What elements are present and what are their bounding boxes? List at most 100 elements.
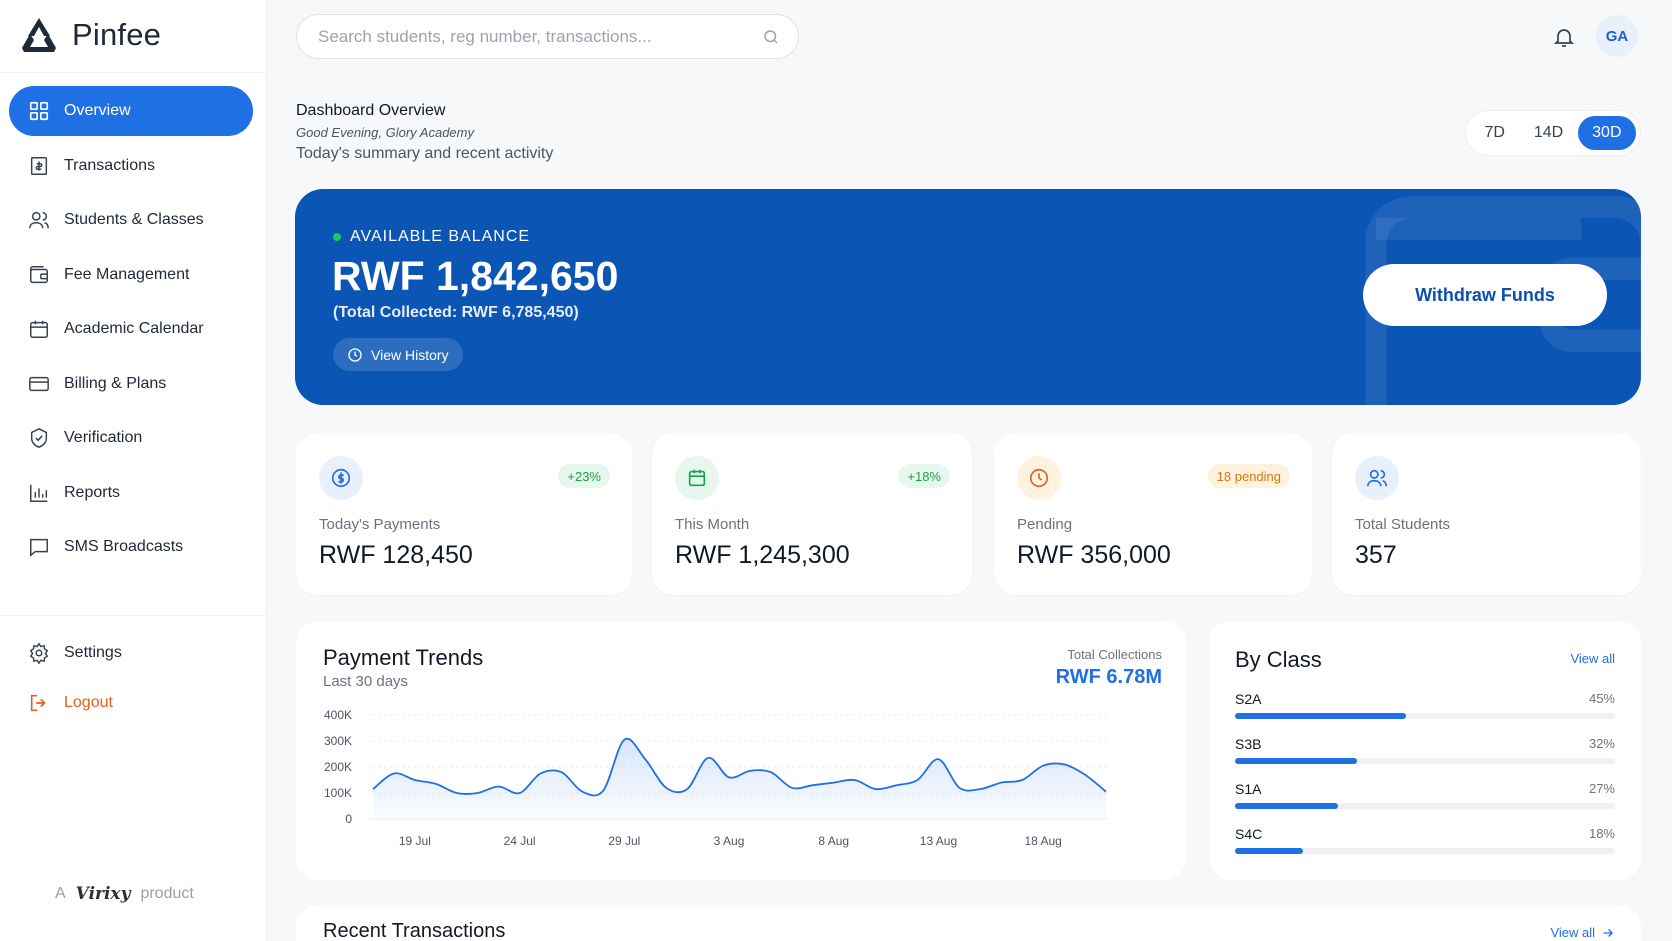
sidebar-item-reports[interactable]: Reports xyxy=(9,468,253,518)
total-collected: (Total Collected: RWF 6,785,450) xyxy=(333,304,579,321)
class-pct: 32% xyxy=(1588,736,1615,751)
recent-transactions-card: Recent Transactions View all xyxy=(296,905,1641,941)
balance-amount: RWF 1,842,650 xyxy=(332,253,619,299)
class-row: S2A 45% xyxy=(1235,691,1615,719)
class-progress-fill xyxy=(1235,713,1406,719)
withdraw-funds-button[interactable]: Withdraw Funds xyxy=(1363,264,1607,326)
stat-value: 357 xyxy=(1355,541,1397,569)
search-icon[interactable] xyxy=(762,28,780,46)
by-class-card: By Class View all S2A 45% S3B 32% S1A 27… xyxy=(1209,621,1641,880)
recent-transactions-title: Recent Transactions xyxy=(323,920,506,941)
x-tick-label: 8 Aug xyxy=(818,834,849,848)
sidebar-item-fee-management[interactable]: Fee Management xyxy=(9,250,253,300)
message-icon xyxy=(30,538,48,557)
sidebar-item-label: Billing & Plans xyxy=(64,374,167,392)
payment-trend-chart: 0 100K 200K 300K 400K 19 Jul 24 Jul 29 Jul 3 Aug… xyxy=(324,708,1108,848)
sidebar-item-students[interactable]: Students & Classes xyxy=(9,195,253,245)
balance-label-text: AVAILABLE BALANCE xyxy=(350,228,531,245)
range-30d[interactable]: 30D xyxy=(1578,116,1636,150)
sidebar-item-academic-calendar[interactable]: Academic Calendar xyxy=(9,304,253,354)
bottom-nav: Settings Logout xyxy=(9,630,253,730)
sidebar-item-billing[interactable]: Billing & Plans xyxy=(9,359,253,409)
clock-icon xyxy=(348,347,362,362)
sidebar-item-label: Academic Calendar xyxy=(64,320,204,337)
stat-icon-wrap xyxy=(1355,456,1399,500)
calendar-icon xyxy=(688,469,706,487)
stat-card-today: +23% Today's Payments RWF 128,450 xyxy=(296,433,632,595)
greeting: Good Evening, Glory Academy xyxy=(296,125,474,140)
footer-prefix: A xyxy=(55,885,66,902)
growth-badge: +18% xyxy=(898,464,950,488)
sidebar-item-verification[interactable]: Verification xyxy=(9,413,253,463)
balance-label: AVAILABLE BALANCE xyxy=(333,228,530,246)
x-tick-label: 19 Jul xyxy=(399,834,431,848)
y-tick-label: 400K xyxy=(324,708,352,722)
bar-chart-icon xyxy=(30,484,48,502)
view-history-button[interactable]: View History xyxy=(333,338,463,371)
class-row: S4C 18% xyxy=(1235,826,1615,854)
sidebar-item-label: Reports xyxy=(64,483,121,501)
sidebar-item-overview[interactable]: Overview xyxy=(9,86,253,136)
dollar-icon xyxy=(331,468,351,488)
page-title: Dashboard Overview xyxy=(296,102,446,119)
view-history-label: View History xyxy=(371,346,449,363)
stat-value: RWF 1,245,300 xyxy=(675,541,850,569)
class-progress-fill xyxy=(1235,848,1304,854)
virixy-logo: Virixy xyxy=(75,884,131,904)
sidebar-item-label: Settings xyxy=(64,644,122,661)
page-subtitle: Today's summary and recent activity xyxy=(296,145,554,162)
class-progress-fill xyxy=(1235,803,1338,809)
search-input[interactable] xyxy=(318,26,762,47)
class-pct: 27% xyxy=(1588,781,1615,796)
x-tick-label: 13 Aug xyxy=(920,834,957,848)
brand[interactable]: Pinfee xyxy=(20,16,161,54)
users-icon xyxy=(1367,469,1387,487)
stat-label: Pending xyxy=(1017,516,1073,533)
by-class-view-all-link[interactable]: View all xyxy=(1570,651,1615,666)
growth-badge: +23% xyxy=(558,464,610,488)
balance-card: AVAILABLE BALANCE RWF 1,842,650 (Total C… xyxy=(295,189,1641,405)
arrow-right-icon xyxy=(1603,928,1613,937)
sidebar-item-logout[interactable]: Logout xyxy=(9,680,253,726)
stat-card-month: +18% This Month RWF 1,245,300 xyxy=(652,433,972,595)
sidebar-item-label: SMS Broadcasts xyxy=(64,538,184,555)
payment-trends-card: Payment Trends Last 30 days Total Collec… xyxy=(296,621,1186,880)
by-class-title: By Class xyxy=(1235,647,1322,672)
range-14d[interactable]: 14D xyxy=(1520,116,1577,150)
sidebar-item-sms[interactable]: SMS Broadcasts xyxy=(9,522,253,572)
clock-icon xyxy=(1029,468,1049,488)
sidebar-item-transactions[interactable]: Transactions xyxy=(9,141,253,191)
stat-icon-wrap xyxy=(319,456,363,500)
stat-label: Today's Payments xyxy=(319,516,441,533)
pending-badge: 18 pending xyxy=(1207,464,1290,488)
class-pct: 18% xyxy=(1588,826,1615,841)
stat-value: RWF 128,450 xyxy=(319,541,473,569)
stat-value: RWF 356,000 xyxy=(1017,541,1171,569)
stat-label: Total Students xyxy=(1355,516,1451,533)
view-all-label: View all xyxy=(1550,925,1595,940)
y-tick-label: 300K xyxy=(324,734,352,748)
class-pct: 45% xyxy=(1588,691,1615,706)
sidebar-item-label: Logout xyxy=(64,694,113,711)
pinfee-logo-icon xyxy=(22,18,56,52)
avatar[interactable]: GA xyxy=(1596,15,1638,57)
footer-suffix: product xyxy=(140,885,194,902)
class-label: S2A xyxy=(1235,691,1262,707)
wallet-icon xyxy=(30,265,48,283)
sidebar-item-label: Students & Classes xyxy=(64,211,204,228)
range-7d[interactable]: 7D xyxy=(1470,116,1518,150)
class-progress-fill xyxy=(1235,758,1357,764)
x-tick-label: 3 Aug xyxy=(714,834,745,848)
credit-card-icon xyxy=(29,376,49,391)
x-tick-label: 24 Jul xyxy=(504,834,536,848)
footer-brand: A Virixy product xyxy=(55,884,194,904)
recent-view-all-link[interactable]: View all xyxy=(1550,925,1615,940)
main-nav: Overview Transactions Students & Classes… xyxy=(9,86,253,577)
sidebar-item-settings[interactable]: Settings xyxy=(9,630,253,676)
stat-icon-wrap xyxy=(675,456,719,500)
x-tick-label: 18 Aug xyxy=(1024,834,1061,848)
y-tick-label: 100K xyxy=(324,786,352,800)
bell-icon[interactable] xyxy=(1552,25,1576,49)
divider xyxy=(0,615,267,616)
search-bar[interactable] xyxy=(296,14,799,59)
